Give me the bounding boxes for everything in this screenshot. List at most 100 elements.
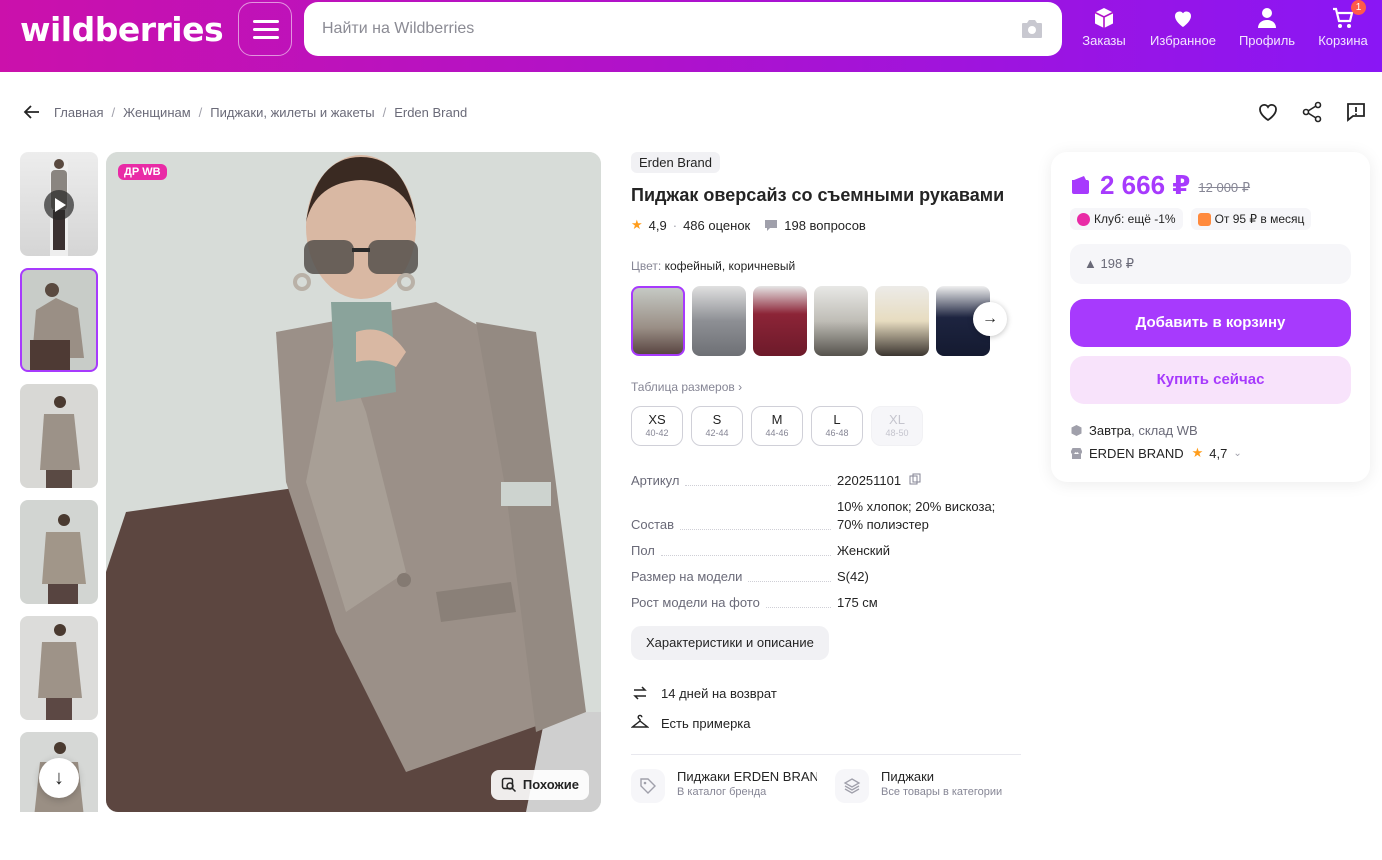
characteristics-button[interactable]: Характеристики и описание xyxy=(631,626,829,660)
size-option-s[interactable]: S 42-44 xyxy=(691,406,743,446)
color-variants: → xyxy=(631,286,1023,356)
nav-profile[interactable]: Профиль xyxy=(1236,6,1298,54)
color-next-arrow-icon[interactable]: → xyxy=(973,302,1007,336)
search-bar xyxy=(304,2,1062,56)
box-icon xyxy=(1094,8,1114,28)
spec-value: S(42) xyxy=(837,569,869,584)
buy-card: 2 666 ₽ 12 000 ₽ Клуб: ещё -1% От 95 ₽ в… xyxy=(1051,152,1370,482)
similar-button[interactable]: Похожие xyxy=(490,770,589,800)
size-option-m[interactable]: M 44-46 xyxy=(751,406,803,446)
feature-fitting-label: Есть примерка xyxy=(661,715,751,731)
breadcrumb-brand[interactable]: Erden Brand xyxy=(394,105,467,120)
size-option-xl: XL 48-50 xyxy=(871,406,923,446)
club-tag-label: Клуб: ещё -1% xyxy=(1094,212,1176,226)
color-variant-3[interactable] xyxy=(753,286,807,356)
spec-row: Артикул 220251101 xyxy=(631,472,1023,490)
thumbnail-3[interactable] xyxy=(20,500,98,604)
shop-icon xyxy=(1071,447,1082,459)
thumbnail-image xyxy=(40,396,80,488)
nav-cart[interactable]: 1 Корзина xyxy=(1314,0,1372,54)
color-row: Цвет: кофейный, коричневый xyxy=(631,259,1023,273)
spec-value: 220251101 xyxy=(837,473,902,488)
color-variant-5[interactable] xyxy=(875,286,929,356)
price-tags: Клуб: ещё -1% От 95 ₽ в месяц xyxy=(1070,208,1351,230)
thumbnail-2[interactable] xyxy=(20,384,98,488)
breadcrumb-home[interactable]: Главная xyxy=(54,105,103,120)
back-arrow-icon[interactable] xyxy=(22,102,42,122)
seller-rating: 4,7 xyxy=(1209,445,1228,461)
copy-icon[interactable] xyxy=(909,473,921,485)
breadcrumb-jackets[interactable]: Пиджаки, жилеты и жакеты xyxy=(210,105,374,120)
share-icon[interactable] xyxy=(1300,100,1324,124)
questions-link[interactable]: 198 вопросов xyxy=(784,218,866,233)
brand-chip[interactable]: Erden Brand xyxy=(631,152,720,173)
thumbnail-image xyxy=(30,283,84,370)
brand-catalog-title: Пиджаки ERDEN BRAND xyxy=(677,769,817,784)
size-name: XL xyxy=(889,412,905,427)
breadcrumb-separator: / xyxy=(382,104,387,120)
questions-icon xyxy=(765,220,778,231)
spec-key: Состав xyxy=(631,517,675,532)
club-tag[interactable]: Клуб: ещё -1% xyxy=(1070,208,1183,230)
size-option-l[interactable]: L 46-48 xyxy=(811,406,863,446)
size-name: XS xyxy=(648,412,666,427)
thumbnail-video[interactable] xyxy=(20,152,98,256)
nav-favorites[interactable]: Избранное xyxy=(1146,6,1220,54)
rating-value: 4,9 xyxy=(648,217,667,233)
bonus-field[interactable]: ▲ 198 ₽ xyxy=(1070,244,1351,284)
category-link[interactable]: Пиджаки Все товары в категории xyxy=(835,769,1021,803)
spec-value: 10% хлопок; 20% вискоза; 70% полиэстер xyxy=(837,499,996,532)
scroll-thumbnails-down-button[interactable]: ↓ xyxy=(39,758,79,798)
size-table-link[interactable]: Таблица размеров › xyxy=(631,380,1023,394)
thumbnail-4[interactable] xyxy=(20,616,98,720)
color-variant-1[interactable] xyxy=(631,286,685,356)
divider xyxy=(631,754,1021,755)
buy-now-button[interactable]: Купить сейчас xyxy=(1070,356,1351,404)
main-product-image[interactable]: ДР WB Похожие xyxy=(106,152,601,812)
seller-name: ERDEN BRAND xyxy=(1089,445,1184,461)
size-range: 48-50 xyxy=(885,428,909,438)
size-name: M xyxy=(771,412,783,427)
size-name: L xyxy=(833,412,841,427)
breadcrumb-women[interactable]: Женщинам xyxy=(123,105,191,120)
size-range: 42-44 xyxy=(705,428,729,438)
feature-fitting: Есть примерка xyxy=(631,708,1023,738)
brand-catalog-subtitle: В каталог бренда xyxy=(677,786,767,798)
size-option-xs[interactable]: XS 40-42 xyxy=(631,406,683,446)
heart-icon xyxy=(1175,11,1191,27)
nav-orders-label: Заказы xyxy=(1082,33,1126,48)
size-range: 40-42 xyxy=(645,428,669,438)
size-range: 44-46 xyxy=(765,428,789,438)
star-icon: ★ xyxy=(631,217,643,232)
current-price: 2 666 ₽ xyxy=(1100,169,1191,200)
gallery-thumbnails xyxy=(20,152,98,812)
wildberries-logo[interactable]: wildberries xyxy=(20,10,224,49)
return-arrows-icon xyxy=(633,686,647,700)
category-subtitle: Все товары в категории xyxy=(881,786,1003,798)
shield-icon xyxy=(1197,212,1211,226)
size-table-label: Таблица размеров xyxy=(631,380,735,394)
color-variant-4[interactable] xyxy=(814,286,868,356)
spec-key: Артикул xyxy=(631,473,680,488)
menu-button[interactable] xyxy=(238,2,292,56)
user-icon xyxy=(1258,8,1276,28)
search-input[interactable] xyxy=(322,2,1002,56)
thumbnail-1[interactable] xyxy=(20,268,98,372)
reviews-link[interactable]: 486 оценок xyxy=(683,218,750,233)
color-variant-2[interactable] xyxy=(692,286,746,356)
brand-catalog-link[interactable]: Пиджаки ERDEN BRAND В каталог бренда xyxy=(631,769,817,803)
price-row: 2 666 ₽ 12 000 ₽ xyxy=(1070,170,1351,200)
separator-dot: · xyxy=(672,217,678,233)
camera-icon[interactable] xyxy=(1020,18,1044,40)
seller-row[interactable]: ERDEN BRAND ★ 4,7 ⌄ xyxy=(1070,444,1351,462)
spec-key: Рост модели на фото xyxy=(631,595,760,610)
favorite-heart-icon[interactable] xyxy=(1256,100,1280,124)
nav-orders[interactable]: Заказы xyxy=(1080,6,1128,54)
breadcrumb: Главная / Женщинам / Пиджаки, жилеты и ж… xyxy=(22,102,467,122)
add-to-cart-button[interactable]: Добавить в корзину xyxy=(1070,299,1351,347)
wallet-icon xyxy=(1072,176,1089,194)
installment-tag[interactable]: От 95 ₽ в месяц xyxy=(1190,208,1312,230)
category-title: Пиджаки xyxy=(881,769,935,784)
report-icon[interactable] xyxy=(1344,100,1368,124)
chevron-down-icon: ⌄ xyxy=(1233,447,1242,459)
